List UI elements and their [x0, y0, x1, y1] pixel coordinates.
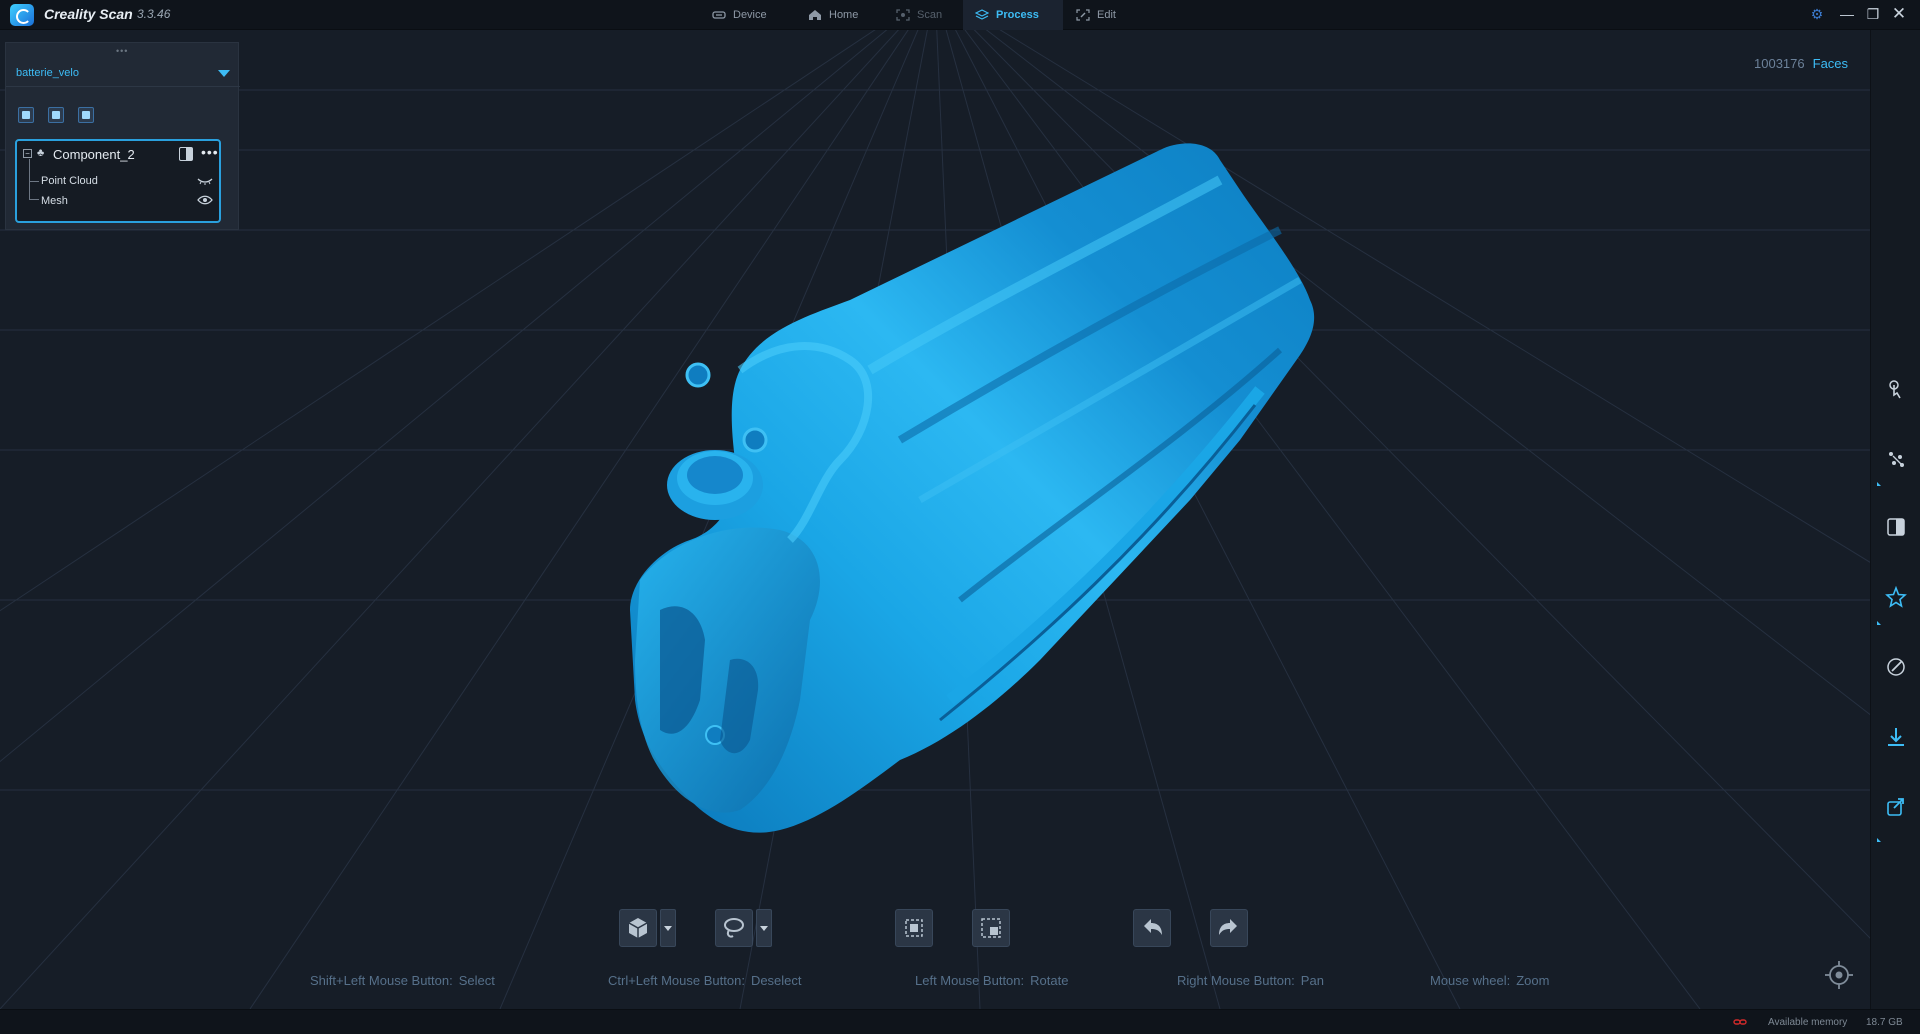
redo-icon	[1219, 919, 1237, 935]
app-version: 3.3.46	[137, 7, 171, 21]
app-logo-icon	[10, 4, 34, 26]
hint-action: Zoom	[1516, 973, 1550, 988]
tab-edit-label: Edit	[1097, 9, 1116, 21]
tab-device[interactable]: Device	[700, 0, 779, 30]
hint-rotate: Left Mouse Button: Rotate	[915, 973, 1068, 988]
minimize-icon[interactable]: —	[1838, 5, 1856, 23]
open-folder-icon[interactable]	[48, 107, 64, 123]
invert-select-button[interactable]	[972, 909, 1010, 947]
tree-connector	[29, 159, 30, 199]
hint-key: Mouse wheel:	[1430, 973, 1511, 988]
right-toolbar	[1870, 30, 1920, 1009]
3d-viewport[interactable]: 1003176 Faces	[0, 30, 1870, 1009]
hint-action: Select	[458, 973, 495, 988]
project-name: batterie_velo	[16, 67, 79, 79]
tab-process-label: Process	[996, 9, 1039, 21]
restore-icon[interactable]: ❐	[1864, 5, 1882, 23]
link-broken-icon	[1733, 1019, 1747, 1025]
tree-connector	[29, 199, 39, 200]
export-icon[interactable]	[1885, 796, 1907, 818]
panel-drag-handle[interactable]: •••	[116, 46, 128, 56]
scan-icon	[896, 9, 910, 21]
tab-edit[interactable]: Edit	[1064, 0, 1128, 30]
view-cube-icon	[628, 918, 648, 938]
submenu-marker	[1877, 838, 1881, 842]
split-view-icon[interactable]	[179, 147, 193, 161]
undo-icon	[1144, 919, 1162, 935]
face-count-readout: 1003176 Faces	[1754, 56, 1848, 71]
app-window: Creality Scan 3.3.46 Device Home Scan Pr…	[0, 0, 1920, 1034]
submenu-marker	[1877, 621, 1881, 625]
lasso-select-icon	[724, 918, 744, 938]
close-icon[interactable]: ✕	[1890, 5, 1908, 23]
palette-icon[interactable]	[1885, 656, 1907, 678]
edit-icon	[1076, 9, 1090, 21]
split-icon[interactable]	[1885, 516, 1907, 538]
tab-device-label: Device	[733, 9, 767, 21]
project-selector[interactable]: batterie_velo	[6, 59, 240, 87]
more-options-icon[interactable]: •••	[201, 144, 219, 160]
scanned-mesh-model[interactable]	[620, 140, 1320, 860]
hint-key: Shift+Left Mouse Button:	[310, 973, 453, 988]
hint-zoom: Mouse wheel: Zoom	[1430, 973, 1549, 988]
hint-deselect: Ctrl+Left Mouse Button: Deselect	[608, 973, 802, 988]
collapse-icon[interactable]: −	[23, 149, 32, 158]
status-bar: Available memory 18.7 GB	[0, 1009, 1920, 1034]
view-cube-button[interactable]	[619, 909, 657, 947]
title-bar: Creality Scan 3.3.46 Device Home Scan Pr…	[0, 0, 1920, 30]
hint-action: Deselect	[750, 973, 802, 988]
recenter-view-icon[interactable]	[1824, 960, 1854, 990]
eye-open-icon[interactable]	[197, 195, 213, 205]
invert-select-icon	[981, 918, 1001, 938]
face-count: 1003176	[1754, 56, 1805, 71]
tab-home[interactable]: Home	[796, 0, 870, 30]
tree-connector	[29, 181, 39, 182]
download-icon[interactable]	[1885, 726, 1907, 748]
memory-label: Available memory	[1768, 1017, 1848, 1028]
select-through-button[interactable]	[895, 909, 933, 947]
home-icon	[809, 10, 821, 20]
device-icon	[712, 11, 726, 19]
app-name: Creality Scan	[44, 6, 133, 22]
add-component-icon[interactable]	[18, 107, 34, 123]
tab-scan-label: Scan	[917, 9, 943, 21]
tab-home-label: Home	[829, 9, 859, 21]
hint-key: Left Mouse Button:	[915, 973, 1025, 988]
star-icon[interactable]	[1885, 586, 1907, 608]
undo-button[interactable]	[1133, 909, 1171, 947]
points-icon[interactable]	[1885, 448, 1907, 470]
tree-item-mesh[interactable]: Mesh	[41, 195, 68, 207]
hint-select: Shift+Left Mouse Button: Select	[310, 973, 495, 988]
lasso-select-button[interactable]	[715, 909, 753, 947]
eye-closed-icon[interactable]	[197, 176, 213, 186]
hint-key: Ctrl+Left Mouse Button:	[608, 973, 745, 988]
project-panel: ••• batterie_velo − ♣ Component_2 ••• Po…	[5, 42, 240, 230]
tab-process[interactable]: Process	[963, 0, 1063, 30]
tree-item-point-cloud[interactable]: Point Cloud	[41, 175, 98, 187]
component-icon: ♣	[37, 147, 45, 159]
view-cube-dropdown[interactable]	[660, 909, 676, 947]
hint-action: Rotate	[1030, 973, 1069, 988]
tab-scan[interactable]: Scan	[884, 0, 954, 30]
component-name: Component_2	[53, 147, 135, 162]
face-label: Faces	[1812, 56, 1849, 71]
redo-button[interactable]	[1210, 909, 1248, 947]
hint-key: Right Mouse Button:	[1177, 973, 1295, 988]
select-through-icon	[905, 919, 923, 937]
submenu-marker	[1877, 482, 1881, 486]
layers-icon	[975, 9, 989, 20]
document-icon[interactable]	[78, 107, 94, 123]
lasso-select-dropdown[interactable]	[756, 909, 772, 947]
hint-action: Pan	[1300, 973, 1324, 988]
memory-value: 18.7 GB	[1866, 1017, 1903, 1028]
chevron-down-icon[interactable]	[218, 70, 230, 77]
component-item[interactable]: − ♣ Component_2 ••• Point Cloud Mesh	[15, 139, 221, 223]
hint-pan: Right Mouse Button: Pan	[1177, 973, 1324, 988]
touch-select-icon[interactable]	[1885, 378, 1907, 400]
settings-icon[interactable]: ⚙	[1808, 5, 1826, 23]
